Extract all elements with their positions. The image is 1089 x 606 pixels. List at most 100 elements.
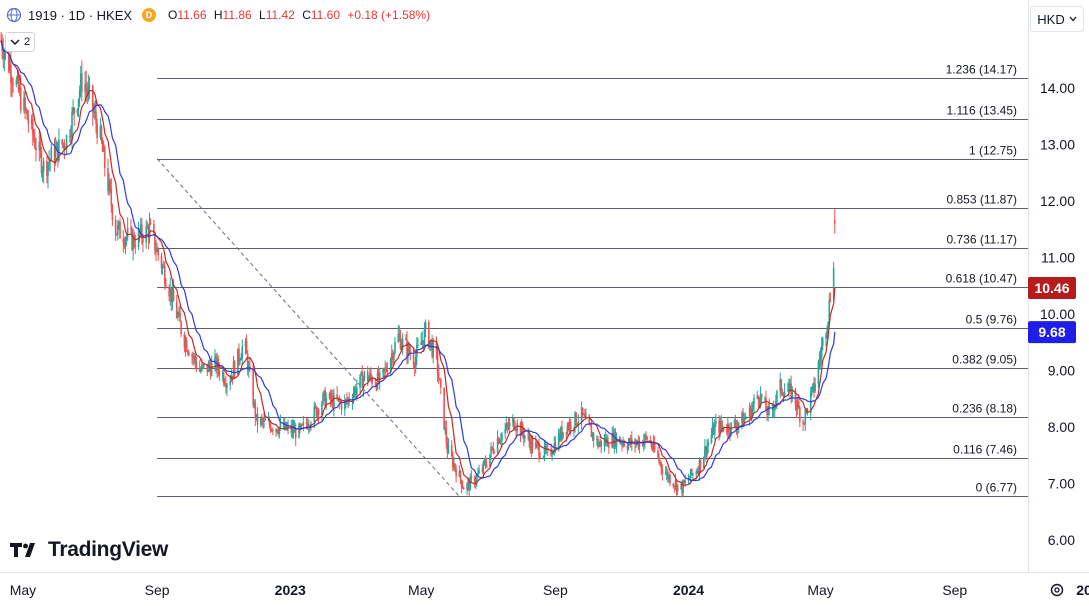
x-tick-label: Sep bbox=[543, 582, 568, 598]
ohlc-values: O11.66 H11.86 L11.42 C11.60 +0.18 (+1.58… bbox=[168, 8, 431, 22]
candle-body bbox=[194, 355, 197, 363]
candle-body bbox=[33, 134, 35, 139]
candle-body bbox=[437, 372, 440, 379]
candle-body bbox=[145, 225, 148, 243]
candle-body bbox=[15, 80, 18, 85]
candle-body bbox=[172, 288, 175, 302]
y-tick-label: 12.00 bbox=[1040, 193, 1075, 209]
candle-body bbox=[73, 108, 76, 114]
candle-body bbox=[819, 356, 822, 360]
candle-body bbox=[39, 141, 42, 151]
candle-body bbox=[710, 434, 713, 443]
x-tick-label: 2023 bbox=[275, 582, 306, 598]
candle-body bbox=[814, 383, 816, 392]
candle-body bbox=[493, 452, 496, 454]
candle-body bbox=[661, 468, 664, 474]
candle-body bbox=[134, 244, 137, 247]
candle-body bbox=[450, 445, 453, 456]
y-tick-label: 11.00 bbox=[1041, 250, 1075, 266]
candle-body bbox=[592, 433, 595, 441]
candle-body bbox=[187, 352, 190, 356]
candle-body bbox=[417, 344, 419, 346]
candle-body bbox=[195, 362, 198, 369]
candle-body bbox=[817, 362, 820, 384]
candle-body bbox=[657, 450, 659, 458]
indicator-count: 2 bbox=[24, 36, 31, 48]
candlestick-series[interactable] bbox=[0, 31, 836, 498]
candle-body bbox=[394, 342, 396, 353]
chevron-down-icon bbox=[10, 39, 20, 45]
candle-body bbox=[787, 390, 789, 392]
high-value: 11.86 bbox=[222, 8, 252, 22]
candle-body bbox=[462, 487, 465, 490]
candle-body bbox=[245, 340, 248, 354]
candle-body bbox=[149, 223, 152, 225]
candle-body bbox=[238, 348, 240, 361]
candle-body bbox=[393, 352, 395, 361]
candle-body bbox=[569, 421, 572, 430]
candle-body bbox=[210, 362, 213, 376]
brand-logo[interactable]: TradingView bbox=[10, 538, 168, 562]
candle-body bbox=[50, 147, 53, 160]
fib-level-label: 0 (6.77) bbox=[976, 481, 1017, 495]
x-tick-label: May bbox=[10, 582, 36, 598]
currency-selector[interactable]: HKD bbox=[1030, 6, 1084, 32]
candle-body bbox=[88, 85, 91, 88]
candle-body bbox=[799, 407, 801, 422]
data-source-badge: D bbox=[142, 8, 157, 22]
x-tick-label: May bbox=[807, 582, 833, 598]
candle-body bbox=[142, 238, 144, 243]
fib-trend-line[interactable] bbox=[156, 158, 460, 497]
candle-body bbox=[802, 421, 804, 424]
candle-body bbox=[146, 225, 149, 229]
candle-body bbox=[229, 381, 232, 385]
candle-body bbox=[501, 433, 503, 440]
y-tick-label: 14.00 bbox=[1040, 80, 1075, 96]
candle-body bbox=[405, 338, 407, 340]
y-tick-label: 9.00 bbox=[1048, 363, 1075, 379]
close-value: 11.60 bbox=[310, 8, 341, 22]
candle-body bbox=[538, 444, 540, 457]
price-chart[interactable]: 6.00 7.00 8.00 9.00 10.00 11.00 12.00 13.00 14.0… bbox=[0, 0, 1089, 606]
candle-body bbox=[440, 380, 442, 388]
candle-body bbox=[162, 265, 165, 268]
candle-body bbox=[752, 404, 754, 409]
moving-average-line[interactable] bbox=[0, 40, 836, 487]
y-tick-label: 8.00 bbox=[1048, 419, 1075, 435]
candle-body bbox=[78, 90, 81, 99]
candle-body bbox=[10, 64, 12, 83]
candle-body bbox=[760, 393, 763, 399]
candle-body bbox=[239, 360, 241, 362]
candle-body bbox=[627, 442, 630, 449]
candle-body bbox=[199, 370, 202, 372]
candle-body bbox=[581, 407, 584, 415]
candle-body bbox=[77, 98, 80, 110]
candle-body bbox=[600, 440, 603, 447]
symbol-title[interactable]: 1919 · 1D · HKEX bbox=[28, 8, 132, 23]
settings-gear-icon[interactable] bbox=[1048, 581, 1066, 599]
moving-average-line[interactable] bbox=[0, 40, 836, 482]
indicators-collapse-button[interactable]: 2 bbox=[5, 32, 36, 52]
candle-body bbox=[482, 461, 485, 472]
fib-level-label: 0.618 (10.47) bbox=[946, 272, 1017, 286]
candle-body bbox=[370, 373, 372, 378]
candle-body bbox=[460, 479, 463, 488]
candle-body bbox=[707, 442, 709, 446]
candle-body bbox=[122, 238, 125, 243]
candle-body bbox=[185, 340, 188, 352]
candle-body bbox=[658, 457, 660, 462]
candle-body bbox=[513, 418, 515, 429]
candle-body bbox=[660, 462, 663, 469]
candle-body bbox=[508, 422, 511, 428]
candle-body bbox=[608, 446, 610, 448]
candle-body bbox=[261, 418, 263, 420]
candle-body bbox=[454, 463, 456, 469]
fib-level-label: 1.116 (13.45) bbox=[947, 104, 1018, 118]
candle-body bbox=[623, 442, 625, 446]
candle-body bbox=[585, 415, 587, 417]
candle-body bbox=[757, 395, 760, 401]
candle-body bbox=[703, 457, 705, 468]
candle-body bbox=[715, 420, 717, 424]
candle-body bbox=[504, 428, 507, 434]
candle-body bbox=[684, 480, 687, 483]
